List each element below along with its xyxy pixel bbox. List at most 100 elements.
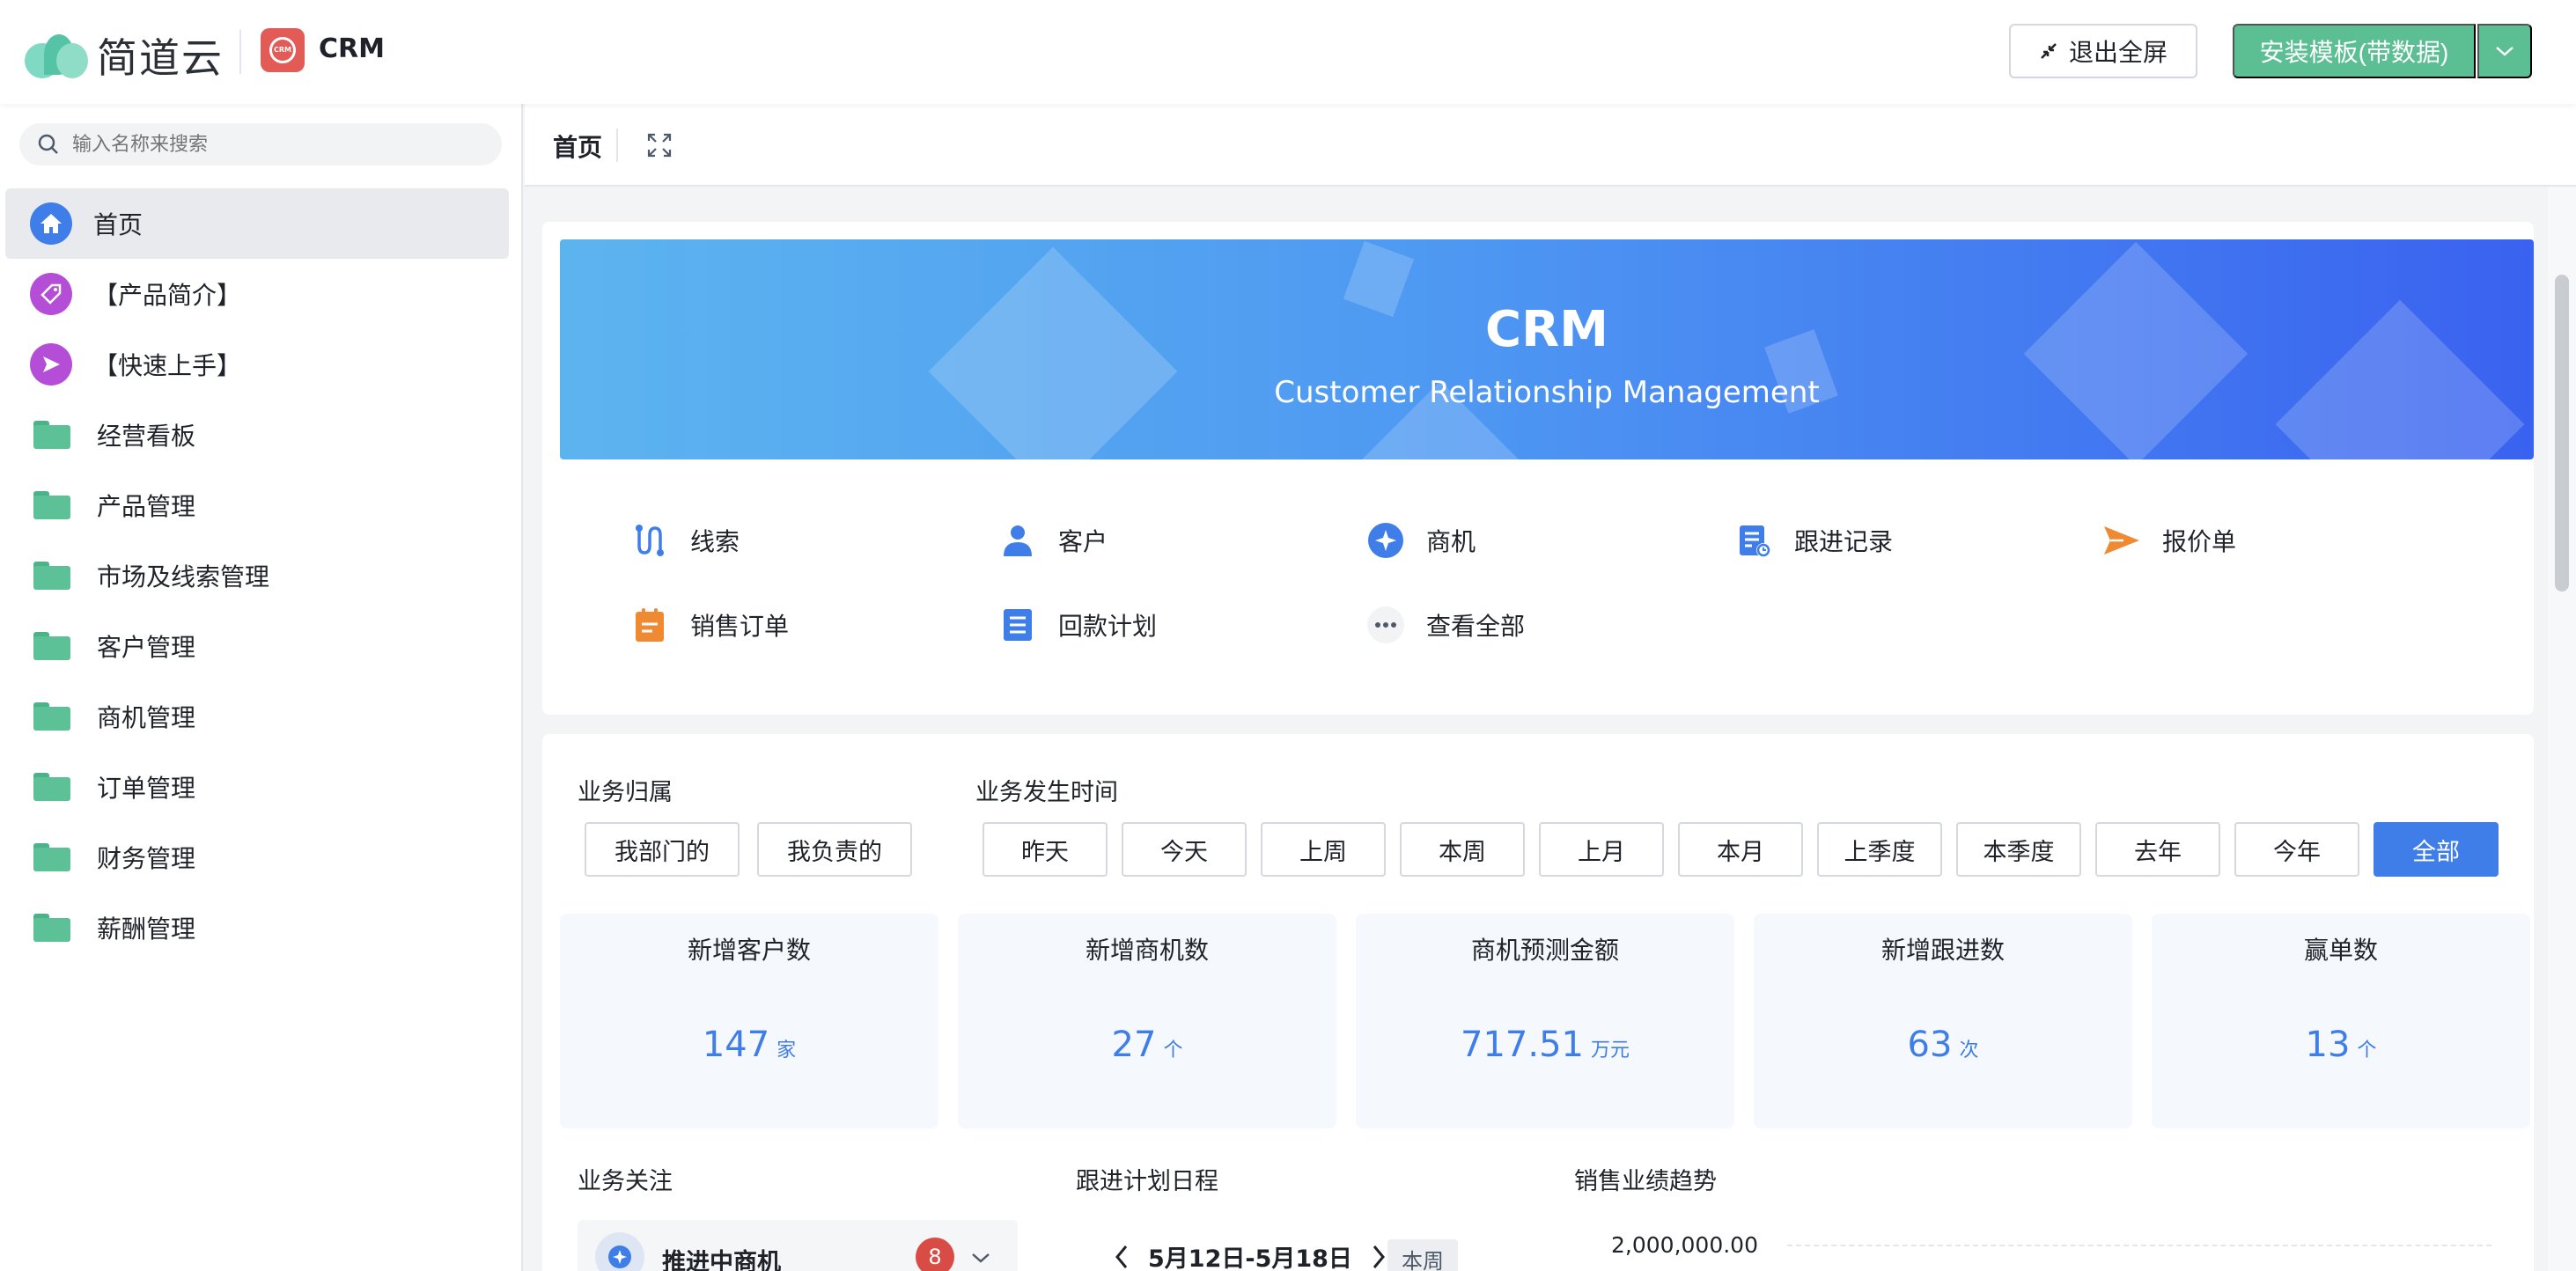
time-yesterday[interactable]: 昨天 <box>983 822 1108 877</box>
sidebar-item-label: 产品管理 <box>97 492 196 521</box>
quick-link-customers[interactable]: 客户 <box>998 521 1108 560</box>
folder-icon <box>33 914 70 942</box>
stat-new-followups[interactable]: 新增跟进数 63 次 <box>1754 914 2132 1128</box>
quick-link-label: 跟进记录 <box>1794 527 1894 556</box>
time-this-year[interactable]: 今年 <box>2234 822 2359 877</box>
chevron-right-icon[interactable] <box>1370 1244 1387 1270</box>
stat-won-deals[interactable]: 赢单数 13 个 <box>2152 914 2530 1128</box>
trend-gridline <box>1787 1245 2491 1246</box>
sidebar-item-product-management[interactable]: 产品管理 <box>5 470 509 540</box>
scroll-thumb[interactable] <box>2555 275 2569 591</box>
order-icon <box>630 606 669 644</box>
quick-link-label: 查看全部 <box>1426 612 1526 641</box>
main-scrollbar[interactable] <box>2548 187 2576 1271</box>
expand-icon[interactable] <box>646 132 673 158</box>
top-bar: 简道云 CRM CRM 退出全屏 安装模板(带数据) <box>0 0 2576 104</box>
header-divider <box>239 30 241 74</box>
stat-new-customers[interactable]: 新增客户数 147 家 <box>560 914 938 1128</box>
stat-number: 147 <box>702 1025 770 1065</box>
quote-icon <box>2102 521 2141 560</box>
payment-plan-icon <box>998 606 1037 644</box>
stat-forecast-amount[interactable]: 商机预测金额 717.51 万元 <box>1356 914 1734 1128</box>
trend-axis-label: 2,000,000.00 <box>1611 1232 1758 1258</box>
time-this-month[interactable]: 本月 <box>1678 822 1803 877</box>
chevron-down-icon[interactable] <box>970 1252 991 1264</box>
sidebar-item-quick-start[interactable]: 【快速上手】 <box>5 329 509 400</box>
quick-link-payment-plans[interactable]: 回款计划 <box>998 606 1157 644</box>
chevron-left-icon[interactable] <box>1113 1244 1130 1270</box>
sidebar-item-order-management[interactable]: 订单管理 <box>5 752 509 822</box>
page-tab-bar: 首页 <box>525 104 2576 187</box>
quick-link-quotes[interactable]: 报价单 <box>2102 521 2236 560</box>
sidebar-item-opportunity-management[interactable]: 商机管理 <box>5 681 509 752</box>
stat-title: 商机预测金额 <box>1470 936 1619 965</box>
folder-icon <box>33 632 70 660</box>
focus-item-count: 8 <box>916 1238 954 1271</box>
sidebar-item-label: 订单管理 <box>97 774 196 803</box>
sidebar-item-finance-management[interactable]: 财务管理 <box>5 822 509 893</box>
time-this-week[interactable]: 本周 <box>1400 822 1525 877</box>
install-options-dropdown[interactable] <box>2477 24 2532 78</box>
quick-link-label: 销售订单 <box>690 612 790 641</box>
sidebar-item-marketing-leads[interactable]: 市场及线索管理 <box>5 540 509 611</box>
ownership-title: 业务归属 <box>578 779 673 806</box>
stat-number: 27 <box>1111 1025 1157 1065</box>
install-template-button[interactable]: 安装模板(带数据) <box>2233 24 2476 78</box>
quick-link-label: 回款计划 <box>1058 612 1158 641</box>
more-icon <box>1366 606 1405 644</box>
tab-home[interactable]: 首页 <box>553 129 602 164</box>
exit-fullscreen-button[interactable]: 退出全屏 <box>2009 24 2197 78</box>
folder-icon <box>33 843 70 871</box>
sidebar-item-label: 客户管理 <box>97 633 196 662</box>
ownership-my-responsible[interactable]: 我负责的 <box>757 822 912 877</box>
time-this-quarter[interactable]: 本季度 <box>1956 822 2081 877</box>
quick-link-followups[interactable]: 跟进记录 <box>1734 521 1893 560</box>
sidebar-search[interactable] <box>19 123 502 165</box>
time-last-quarter[interactable]: 上季度 <box>1817 822 1942 877</box>
current-week-tag[interactable]: 本周 <box>1387 1239 1458 1271</box>
stat-title: 赢单数 <box>2303 936 2378 965</box>
sidebar-item-product-intro[interactable]: 【产品简介】 <box>5 259 509 329</box>
followup-icon <box>1734 521 1773 560</box>
sidebar-item-payroll-management[interactable]: 薪酬管理 <box>5 893 509 963</box>
focus-item-label: 推进中商机 <box>662 1249 781 1271</box>
quick-link-opportunities[interactable]: 商机 <box>1366 521 1476 560</box>
focus-item-opportunities[interactable]: 推进中商机 8 <box>578 1220 1018 1271</box>
tag-icon <box>30 273 72 315</box>
overview-card: CRM Customer Relationship Management 线索 … <box>542 222 2534 715</box>
stat-number: 13 <box>2305 1025 2351 1065</box>
quick-link-leads[interactable]: 线索 <box>630 521 740 560</box>
sidebar-item-home[interactable]: 首页 <box>5 188 509 259</box>
stat-unit: 个 <box>1163 1040 1183 1062</box>
stat-title: 新增客户数 <box>687 936 811 965</box>
sidebar-item-label: 财务管理 <box>97 844 196 873</box>
stat-number: 717.51 <box>1461 1025 1584 1065</box>
stat-unit: 家 <box>776 1040 797 1062</box>
time-last-month[interactable]: 上月 <box>1539 822 1664 877</box>
jiandaoyun-logo-icon <box>25 31 88 80</box>
collapse-arrows-icon <box>2041 43 2057 59</box>
ownership-my-department[interactable]: 我部门的 <box>585 822 740 877</box>
banner-subtitle: Customer Relationship Management <box>1274 375 1820 410</box>
time-last-week[interactable]: 上周 <box>1261 822 1386 877</box>
banner-title: CRM <box>1485 301 1608 358</box>
crm-banner: CRM Customer Relationship Management <box>560 239 2534 459</box>
time-all[interactable]: 全部 <box>2374 822 2499 877</box>
sidebar-item-customer-management[interactable]: 客户管理 <box>5 611 509 681</box>
time-last-year[interactable]: 去年 <box>2095 822 2220 877</box>
time-today[interactable]: 今天 <box>1122 822 1247 877</box>
quick-link-view-all[interactable]: 查看全部 <box>1366 606 1525 644</box>
install-template-label: 安装模板(带数据) <box>2259 39 2449 66</box>
stat-number: 63 <box>1907 1025 1953 1065</box>
crm-app-icon: CRM <box>261 28 305 72</box>
app-badge-text: CRM <box>269 37 296 63</box>
search-icon <box>38 134 58 154</box>
home-icon <box>30 202 72 245</box>
stat-value: 27 个 <box>958 1025 1336 1065</box>
search-input[interactable] <box>72 133 477 156</box>
brand-logo[interactable]: 简道云 <box>25 26 224 84</box>
sidebar-item-dashboard[interactable]: 经营看板 <box>5 400 509 470</box>
stat-new-opportunities[interactable]: 新增商机数 27 个 <box>958 914 1336 1128</box>
quick-link-label: 报价单 <box>2162 527 2237 556</box>
quick-link-sales-orders[interactable]: 销售订单 <box>630 606 789 644</box>
